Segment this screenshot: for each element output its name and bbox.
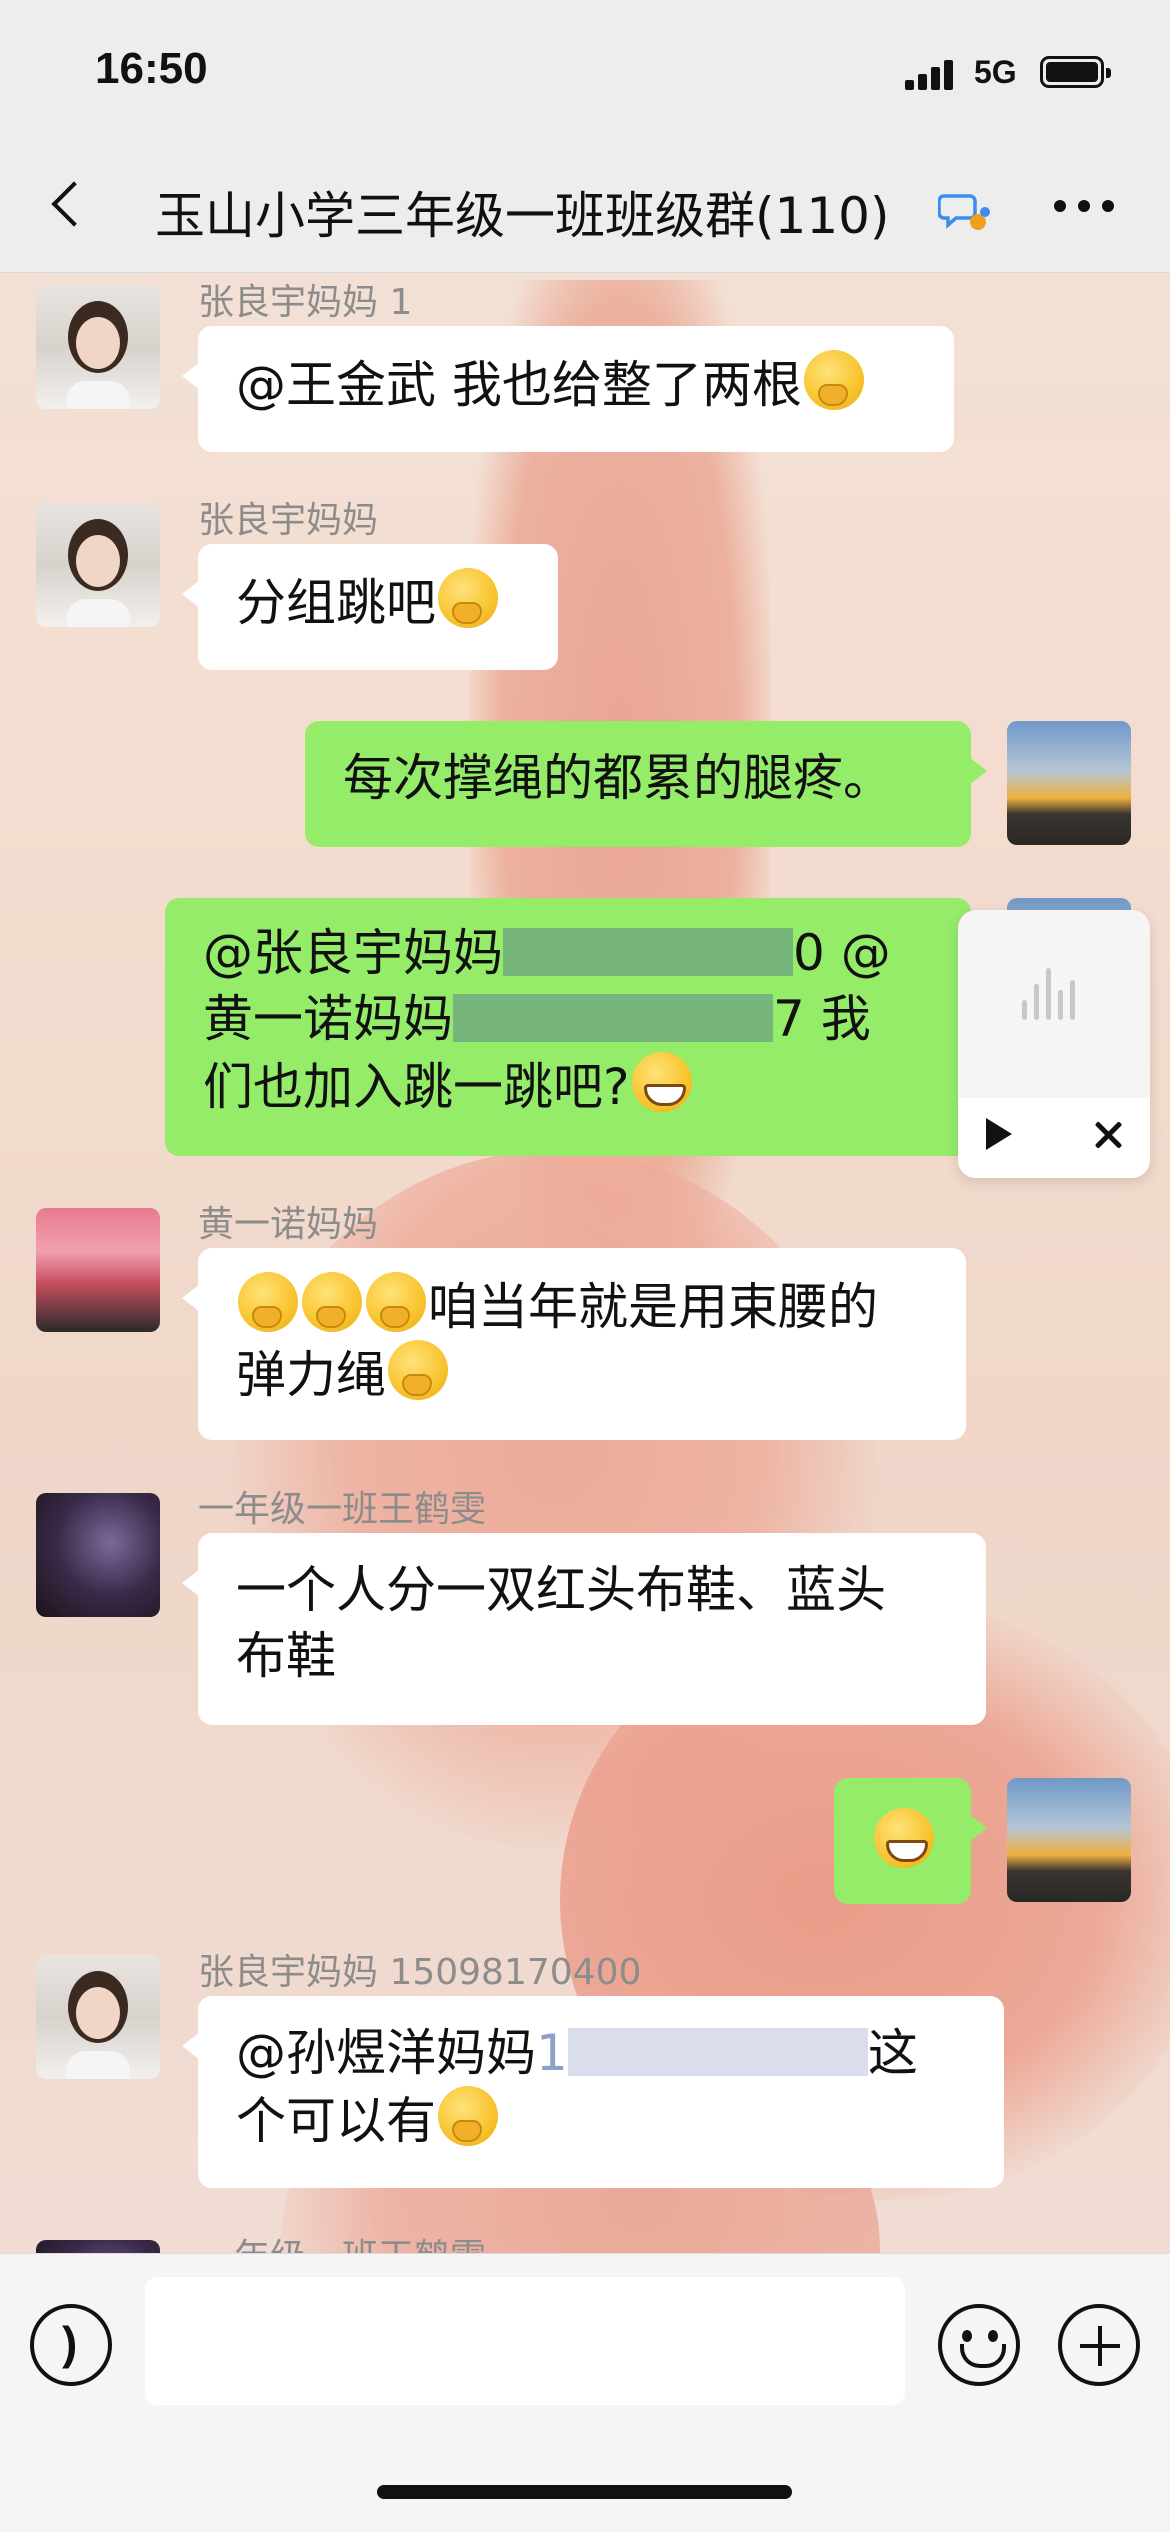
message-text: 黄一诺妈妈	[203, 990, 453, 1048]
grin-emoji-icon	[631, 1052, 692, 1112]
message-bubble[interactable]: @张良宇妈妈 0 @ 黄一诺妈妈 7 我 们也加入跳一跳吧?	[165, 898, 987, 1156]
message-bubble[interactable]: 咱当年就是用束腰的 弹力绳	[182, 1248, 966, 1440]
message-bubble[interactable]: @王金武 我也给整了两根	[182, 326, 954, 452]
message-bubble[interactable]: 一个人分一双红头布鞋、蓝头 布鞋	[182, 1533, 986, 1725]
message-text: 分组跳吧	[236, 574, 436, 632]
sender-name: 张良宇妈妈 1	[198, 282, 413, 323]
message-text: 弹力绳	[236, 1346, 386, 1404]
chat-bubbles-icon[interactable]	[938, 188, 992, 234]
thinking-emoji-icon	[803, 350, 864, 410]
avatar[interactable]	[36, 2240, 160, 2253]
status-time: 16:50	[95, 44, 208, 93]
status-bar: 16:50 5G	[0, 0, 1170, 140]
message-text: 每次撑绳的都累的腿疼。	[343, 749, 893, 807]
message-list[interactable]: 张良宇妈妈 1 @王金武 我也给整了两根 张良宇妈妈 分组跳吧 每次撑绳的都累的…	[0, 273, 1170, 2253]
message-input[interactable]	[145, 2277, 905, 2405]
smiley-icon[interactable]	[938, 2304, 1020, 2386]
redacted-text	[567, 2028, 868, 2076]
sender-name: 张良宇妈妈 15098170400	[198, 1952, 642, 1993]
sender-name: 一年级一班王鹤雯	[198, 1489, 487, 1530]
chat-title: 玉山小学三年级一班班级群(110)	[155, 187, 890, 245]
message-text: 咱当年就是用束腰的	[428, 1278, 878, 1336]
thinking-emoji-icon	[366, 1272, 426, 1332]
network-type: 5G	[974, 54, 1017, 90]
battery-icon	[1040, 56, 1111, 88]
message-text: 一个人分一双红头布鞋、蓝头	[236, 1561, 886, 1619]
back-icon[interactable]	[40, 176, 100, 236]
play-icon[interactable]	[986, 1118, 1012, 1150]
avatar[interactable]	[36, 1955, 160, 2079]
message-text: 布鞋	[236, 1627, 336, 1685]
signal-icon	[905, 58, 957, 90]
message-text: @张良宇妈妈	[203, 924, 503, 982]
redacted-text	[503, 928, 793, 976]
voice-to-text-popup[interactable]	[958, 910, 1150, 1178]
avatar[interactable]	[1007, 721, 1131, 845]
sender-name: 张良宇妈妈	[198, 500, 379, 541]
voice-wave-icon	[1022, 968, 1086, 1030]
thinking-emoji-icon	[388, 1340, 448, 1400]
message-text: 们也加入跳一跳吧?	[203, 1058, 630, 1116]
thinking-emoji-icon	[238, 1272, 298, 1332]
thinking-emoji-icon	[302, 1272, 362, 1332]
avatar[interactable]	[36, 285, 160, 409]
avatar[interactable]	[36, 503, 160, 627]
voice-icon[interactable]	[30, 2304, 112, 2386]
message-bubble[interactable]: 分组跳吧	[182, 544, 558, 670]
avatar[interactable]	[36, 1208, 160, 1332]
message-text: 个可以有	[236, 2092, 436, 2150]
avatar[interactable]	[36, 1493, 160, 1617]
message-text: 1	[536, 2024, 568, 2082]
thinking-emoji-icon	[438, 2086, 498, 2146]
thinking-emoji-icon	[438, 568, 498, 628]
message-text: @王金武 我也给整了两根	[236, 356, 802, 414]
message-bubble[interactable]	[834, 1778, 987, 1904]
message-text: 7 我	[773, 990, 871, 1048]
chat-header: 玉山小学三年级一班班级群(110)	[0, 140, 1170, 273]
message-text: 这	[867, 2024, 918, 2082]
message-bubble[interactable]: 每次撑绳的都累的腿疼。	[305, 721, 987, 847]
message-bubble[interactable]: @孙煜洋妈妈1 这 个可以有	[182, 1996, 1004, 2188]
message-text: 0 @	[793, 924, 891, 982]
avatar[interactable]	[1007, 1778, 1131, 1902]
home-indicator	[377, 2485, 792, 2499]
more-dots-icon[interactable]	[1050, 196, 1120, 220]
message-text: @孙煜洋妈妈	[236, 2024, 536, 2082]
sender-name: 黄一诺妈妈	[198, 1204, 379, 1245]
redacted-text	[453, 994, 773, 1042]
plus-icon[interactable]	[1058, 2304, 1140, 2386]
close-icon[interactable]	[1088, 1116, 1128, 1156]
sender-name: 一年级一班王鹤雯	[198, 2228, 486, 2253]
grin-emoji-icon	[874, 1808, 934, 1868]
